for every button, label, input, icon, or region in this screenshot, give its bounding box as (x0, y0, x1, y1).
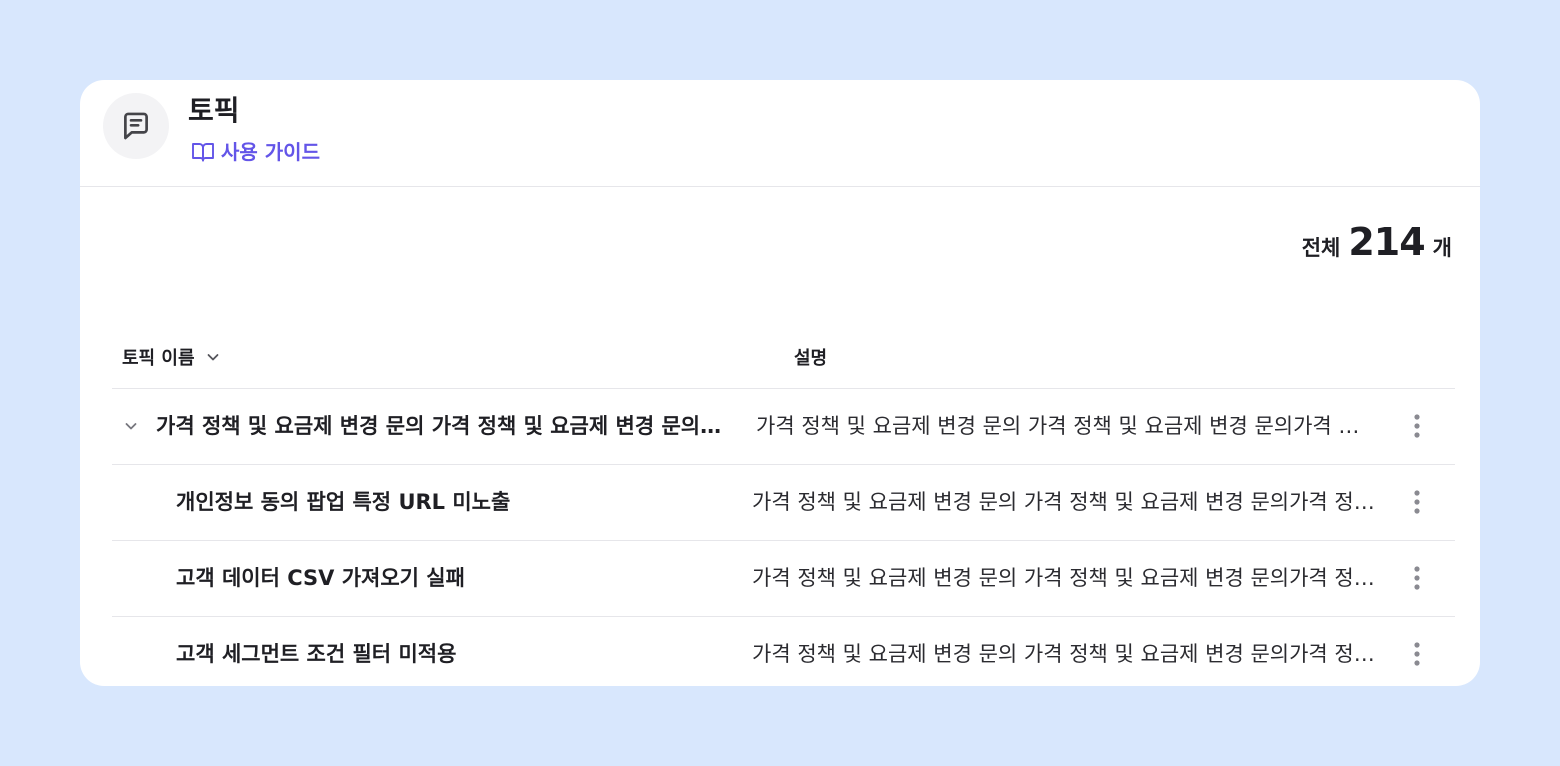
total-suffix: 개 (1432, 236, 1452, 260)
user-guide-link[interactable]: 사용 가이드 (191, 138, 320, 166)
table-row[interactable]: 고객 세그먼트 조건 필터 미적용 가격 정책 및 요금제 변경 문의 가격 정… (112, 617, 1455, 686)
table-row[interactable]: 개인정보 동의 팝업 특정 URL 미노출 가격 정책 및 요금제 변경 문의 … (112, 465, 1455, 541)
column-header-description: 설명 (794, 348, 828, 369)
column-header-topic-name[interactable]: 토픽 이름 (122, 344, 221, 370)
total-count: 214 (1348, 220, 1425, 264)
table-row[interactable]: 가격 정책 및 요금제 변경 문의 가격 정책 및 요금제 변경 문의가격 정책… (112, 389, 1455, 465)
topic-name-cell: 개인정보 동의 팝업 특정 URL 미노출 (176, 490, 511, 514)
topic-description-cell: 가격 정책 및 요금제 변경 문의 가격 정책 및 요금제 변경 문의가격 정책… (756, 414, 1374, 438)
total-count-summary: 전체 214 개 (1302, 220, 1452, 270)
user-guide-label: 사용 가이드 (221, 140, 320, 164)
more-vertical-icon[interactable] (1402, 639, 1432, 669)
chevron-down-icon[interactable] (120, 415, 142, 437)
book-open-icon (191, 141, 215, 163)
chevron-down-icon (205, 349, 221, 365)
total-prefix: 전체 (1301, 236, 1341, 260)
topic-description-cell: 가격 정책 및 요금제 변경 문의 가격 정책 및 요금제 변경 문의가격 정책… (752, 490, 1394, 514)
table-row[interactable]: 고객 데이터 CSV 가져오기 실패 가격 정책 및 요금제 변경 문의 가격 … (112, 541, 1455, 617)
page-title: 토픽 (188, 94, 240, 127)
panel-header: 토픽 사용 가이드 (80, 80, 1480, 187)
more-vertical-icon[interactable] (1402, 487, 1432, 517)
topic-name-cell: 고객 세그먼트 조건 필터 미적용 (176, 642, 457, 666)
column-header-topic-name-label: 토픽 이름 (122, 348, 195, 369)
more-vertical-icon[interactable] (1402, 563, 1432, 593)
message-square-text-icon (103, 93, 169, 159)
topic-table: 토픽 이름 설명 가격 정책 및 요금제 변경 문의 가격 정책 및 요금제 변… (112, 316, 1455, 686)
topic-name-cell: 가격 정책 및 요금제 변경 문의 가격 정책 및 요금제 변경 문의가격 정책… (156, 414, 738, 438)
topic-description-cell: 가격 정책 및 요금제 변경 문의 가격 정책 및 요금제 변경 문의가격 정책… (752, 642, 1394, 666)
table-header: 토픽 이름 설명 (112, 316, 1455, 389)
more-vertical-icon[interactable] (1402, 411, 1432, 441)
topic-name-cell: 고객 데이터 CSV 가져오기 실패 (176, 566, 465, 590)
topic-description-cell: 가격 정책 및 요금제 변경 문의 가격 정책 및 요금제 변경 문의가격 정책… (752, 566, 1394, 590)
topic-panel: 토픽 사용 가이드 전체 214 개 토픽 이름 설명 가격 정책 및 요금제 … (80, 80, 1480, 686)
